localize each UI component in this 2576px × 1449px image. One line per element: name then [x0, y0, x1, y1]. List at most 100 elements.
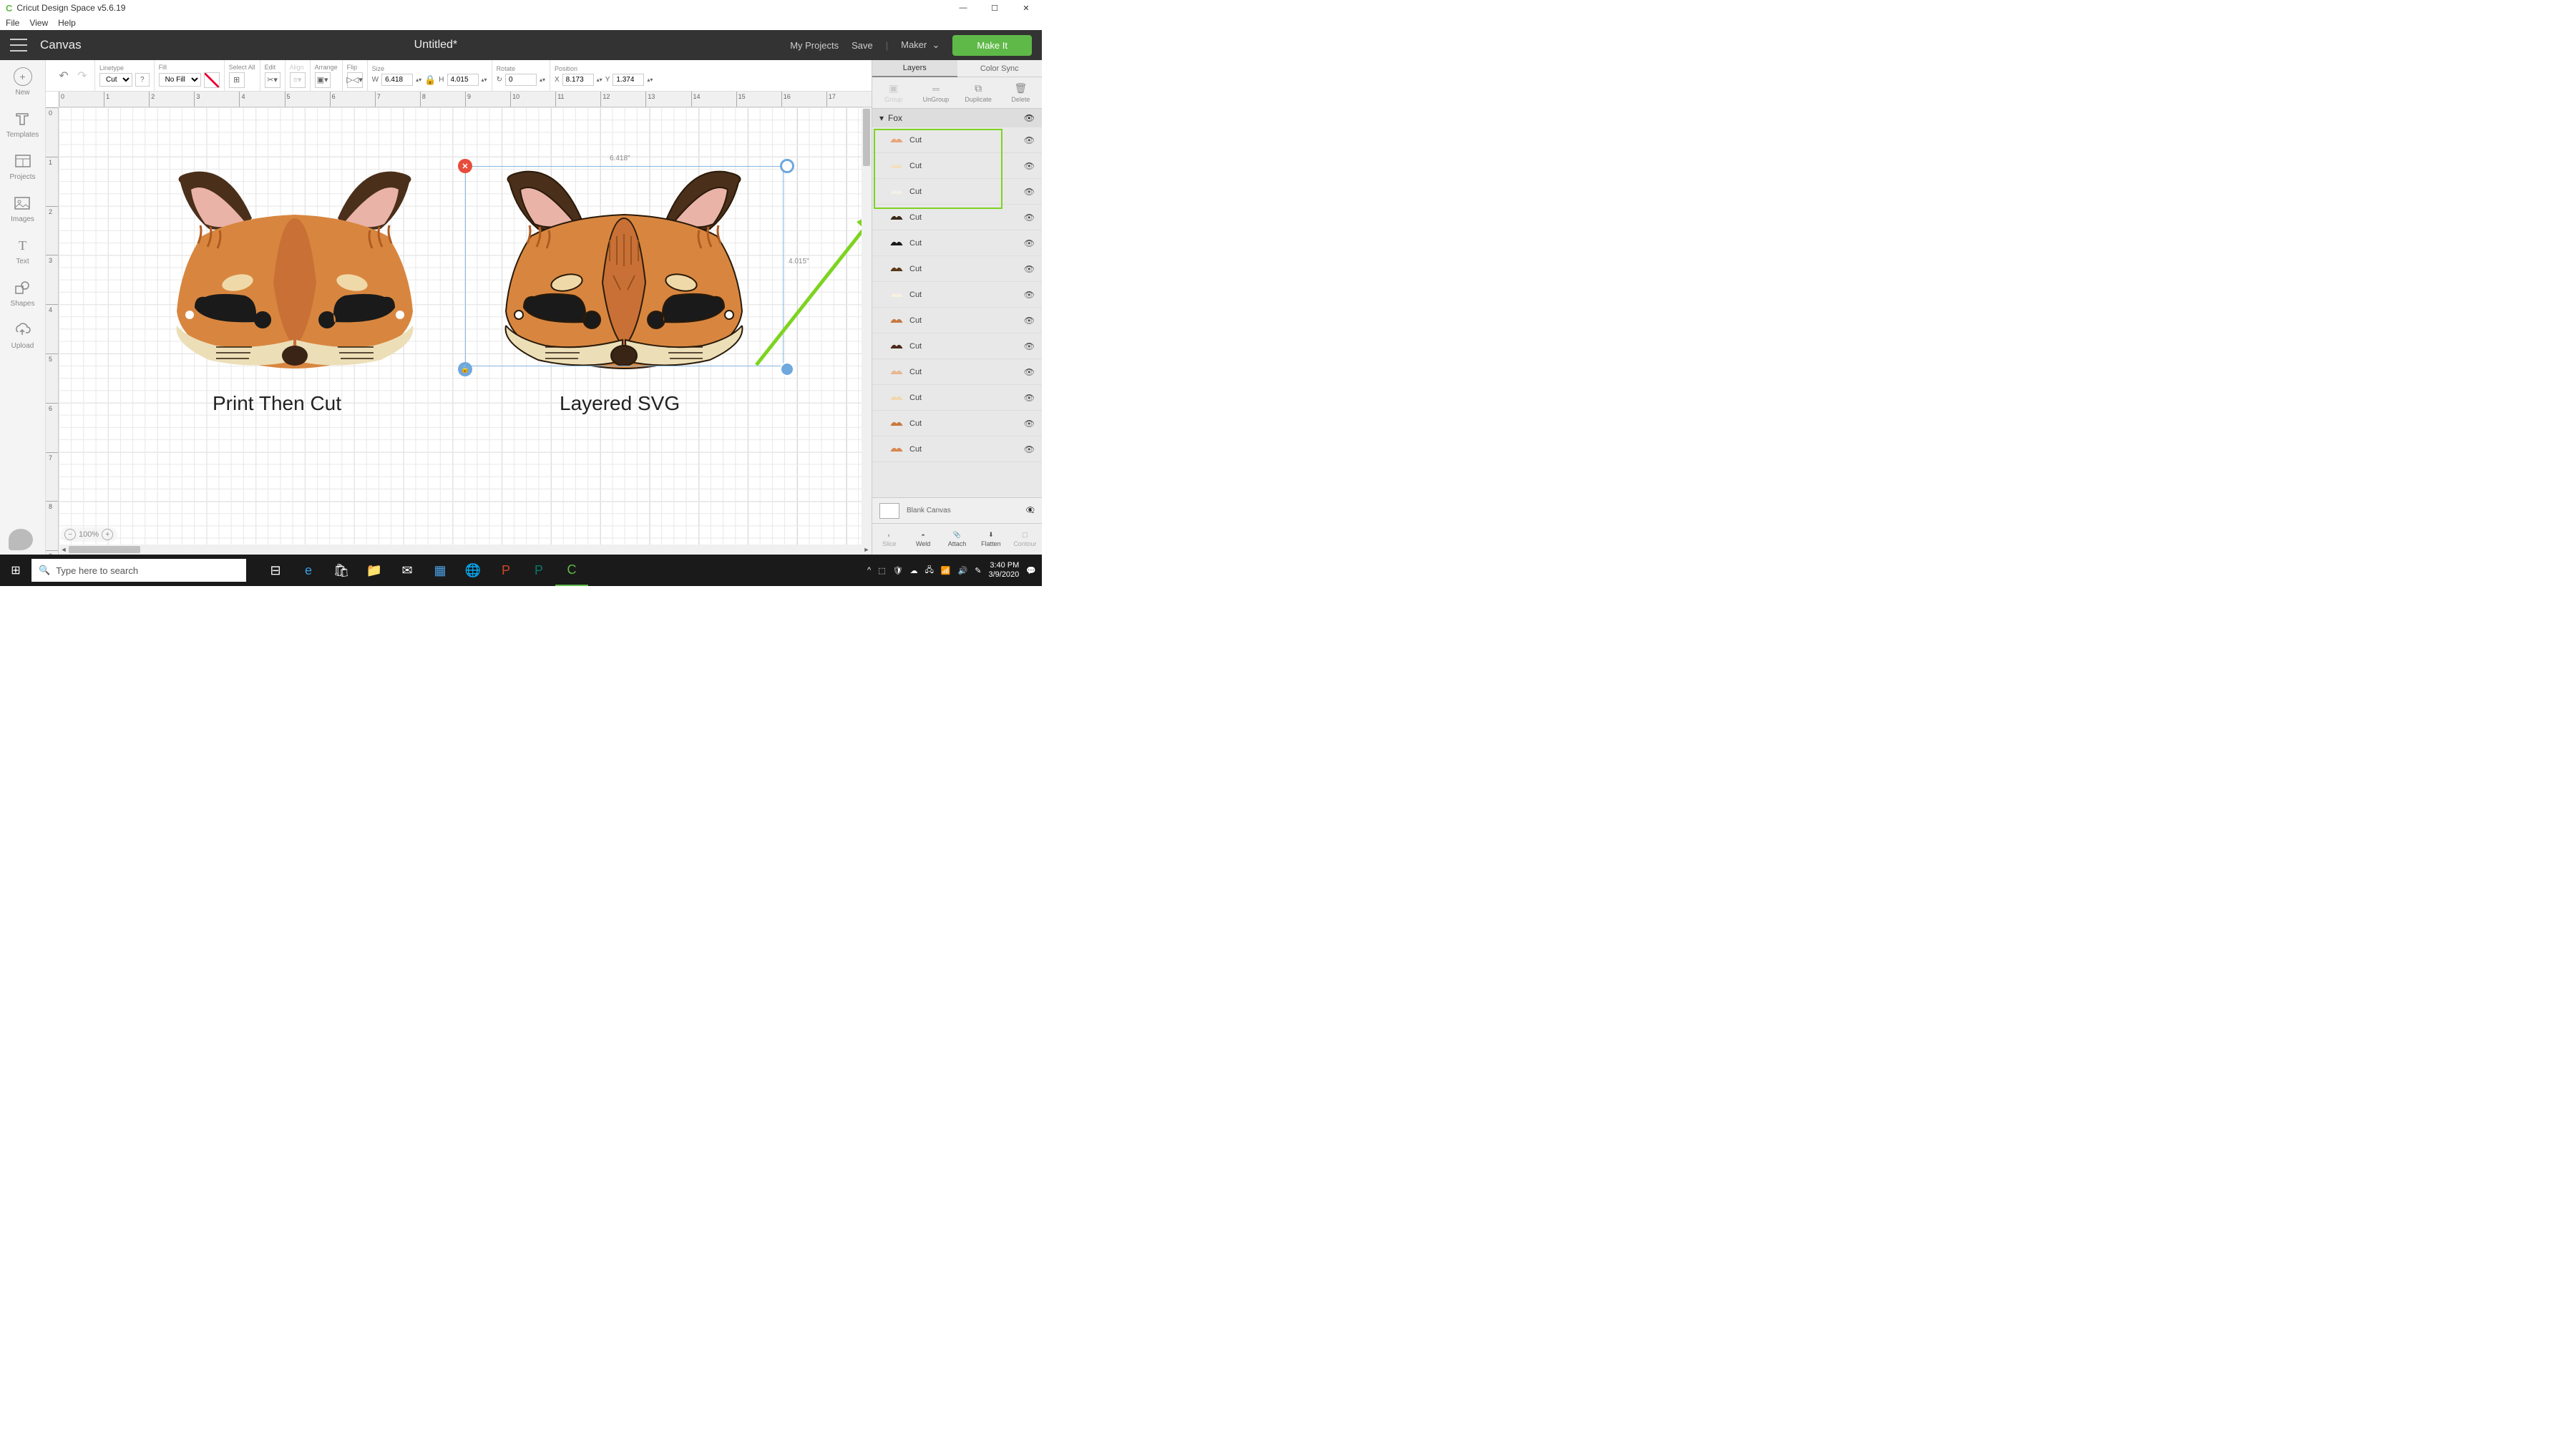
my-projects-link[interactable]: My Projects — [790, 40, 839, 51]
selection-lock-button[interactable]: 🔒 — [458, 362, 472, 376]
align-dropdown[interactable]: ≡▾ — [290, 72, 306, 88]
visibility-icon[interactable]: 👁 — [1024, 264, 1035, 274]
edit-dropdown[interactable]: ✂▾ — [265, 72, 280, 88]
tab-color-sync[interactable]: Color Sync — [957, 60, 1043, 77]
layer-item[interactable]: Cut👁 — [872, 385, 1042, 411]
weld-button[interactable]: ◓Weld — [906, 524, 940, 555]
canvas-text-2[interactable]: Layered SVG — [560, 392, 680, 415]
selection-delete-button[interactable]: ✕ — [458, 159, 472, 173]
hamburger-icon[interactable] — [10, 39, 27, 52]
linetype-select[interactable]: Cut — [99, 73, 132, 87]
visibility-icon[interactable]: 👁 — [1024, 238, 1035, 248]
minimize-button[interactable]: — — [947, 0, 979, 16]
canvas-swatch[interactable] — [879, 503, 899, 519]
visibility-icon[interactable]: 👁 — [1024, 419, 1035, 429]
layer-item[interactable]: Cut👁 — [872, 436, 1042, 462]
ungroup-button[interactable]: ▫▫UnGroup — [914, 77, 957, 108]
rotate-input[interactable] — [505, 74, 537, 86]
explorer-icon[interactable]: 📁 — [358, 555, 391, 586]
menu-help[interactable]: Help — [58, 18, 76, 28]
visibility-icon[interactable]: 👁 — [1024, 187, 1035, 197]
visibility-icon[interactable]: 👁 — [1024, 444, 1035, 454]
vertical-scrollbar[interactable] — [862, 107, 872, 545]
group-button[interactable]: ▣Group — [872, 77, 914, 108]
layer-item[interactable]: Cut👁 — [872, 153, 1042, 179]
chat-bubble-icon[interactable] — [9, 529, 33, 550]
layer-item[interactable]: Cut👁 — [872, 205, 1042, 230]
edge-icon[interactable]: e — [292, 555, 325, 586]
linetype-help[interactable]: ? — [135, 73, 150, 87]
pen-icon[interactable]: ✎ — [975, 566, 981, 575]
dropbox-icon[interactable]: ⬚ — [878, 566, 885, 575]
volume-icon[interactable]: 🔊 — [958, 566, 968, 575]
layer-item[interactable]: Cut👁 — [872, 256, 1042, 282]
selection-resize-handle[interactable] — [780, 362, 794, 376]
arrange-dropdown[interactable]: ▣▾ — [315, 72, 331, 88]
select-all-button[interactable]: ⊞ — [229, 72, 245, 88]
security-icon[interactable]: 🛡 — [893, 566, 903, 575]
fill-select[interactable]: No Fill — [159, 73, 201, 87]
visibility-icon[interactable]: 👁 — [1024, 161, 1035, 171]
fox-image-1[interactable] — [137, 168, 452, 376]
blank-canvas-row[interactable]: Blank Canvas 👁‍🗨 — [872, 497, 1042, 523]
contour-button[interactable]: ▢Contour — [1008, 524, 1042, 555]
horizontal-scrollbar[interactable]: ◄► — [59, 545, 872, 555]
save-link[interactable]: Save — [852, 40, 873, 51]
clock[interactable]: 3:40 PM 3/9/2020 — [988, 561, 1019, 580]
lock-aspect-icon[interactable]: 🔒 — [424, 74, 436, 86]
publisher-icon[interactable]: P — [522, 555, 555, 586]
selection-rotate-handle[interactable] — [780, 159, 794, 173]
menu-file[interactable]: File — [6, 18, 19, 28]
y-input[interactable] — [613, 74, 644, 86]
maximize-button[interactable]: ☐ — [979, 0, 1010, 16]
onedrive-icon[interactable]: ☁ — [910, 566, 918, 575]
store-icon[interactable]: 🛍 — [325, 555, 358, 586]
notifications-icon[interactable]: 💬 — [1026, 566, 1036, 575]
layer-group-header[interactable]: ▾ Fox 👁 — [872, 109, 1042, 127]
shapes-button[interactable]: Shapes — [11, 278, 35, 308]
visibility-off-icon[interactable]: 👁‍🗨 — [1026, 507, 1035, 514]
undo-button[interactable]: ↶ — [56, 68, 72, 84]
visibility-icon[interactable]: 👁 — [1024, 290, 1035, 300]
mail-icon[interactable]: ✉ — [391, 555, 424, 586]
layer-item[interactable]: Cut👁 — [872, 230, 1042, 256]
zoom-in-button[interactable]: + — [102, 529, 113, 540]
close-button[interactable]: ✕ — [1010, 0, 1042, 16]
tab-layers[interactable]: Layers — [872, 60, 957, 77]
attach-button[interactable]: 📎Attach — [940, 524, 974, 555]
visibility-icon[interactable]: 👁 — [1024, 316, 1035, 326]
x-input[interactable] — [562, 74, 594, 86]
collapse-icon[interactable]: ▾ — [879, 113, 884, 123]
layer-item[interactable]: Cut👁 — [872, 333, 1042, 359]
width-input[interactable] — [381, 74, 413, 86]
chrome-icon[interactable]: 🌐 — [457, 555, 489, 586]
cricut-icon[interactable]: C — [555, 555, 588, 586]
menu-view[interactable]: View — [29, 18, 48, 28]
zoom-out-button[interactable]: − — [64, 529, 76, 540]
text-button[interactable]: TText — [14, 236, 32, 265]
layer-item[interactable]: Cut👁 — [872, 127, 1042, 153]
images-button[interactable]: Images — [11, 194, 34, 223]
network-icon[interactable]: 🖧 — [925, 564, 934, 577]
canvas-text-1[interactable]: Print Then Cut — [213, 392, 341, 415]
delete-button[interactable]: 🗑Delete — [1000, 77, 1042, 108]
canvas[interactable]: 01234567891011121314151617 0123456789 — [46, 92, 872, 555]
make-it-button[interactable]: Make It — [952, 35, 1032, 56]
visibility-icon[interactable]: 👁 — [1024, 135, 1035, 145]
visibility-icon[interactable]: 👁 — [1024, 393, 1035, 403]
flatten-button[interactable]: ⬇Flatten — [974, 524, 1008, 555]
visibility-icon[interactable]: 👁 — [1024, 213, 1035, 223]
machine-select[interactable]: Maker ⌄ — [901, 39, 940, 51]
layer-item[interactable]: Cut👁 — [872, 179, 1042, 205]
layer-item[interactable]: Cut👁 — [872, 359, 1042, 385]
layer-item[interactable]: Cut👁 — [872, 282, 1042, 308]
visibility-icon[interactable]: 👁 — [1024, 113, 1035, 123]
templates-button[interactable]: Templates — [6, 109, 39, 139]
upload-button[interactable]: Upload — [11, 321, 34, 350]
task-view-icon[interactable]: ⊟ — [259, 555, 292, 586]
projects-button[interactable]: Projects — [9, 152, 35, 181]
taskbar-search[interactable]: 🔍 Type here to search — [31, 559, 246, 582]
tray-expand-icon[interactable]: ^ — [867, 566, 871, 575]
redo-button[interactable]: ↷ — [74, 68, 90, 84]
fill-color[interactable] — [204, 72, 220, 88]
